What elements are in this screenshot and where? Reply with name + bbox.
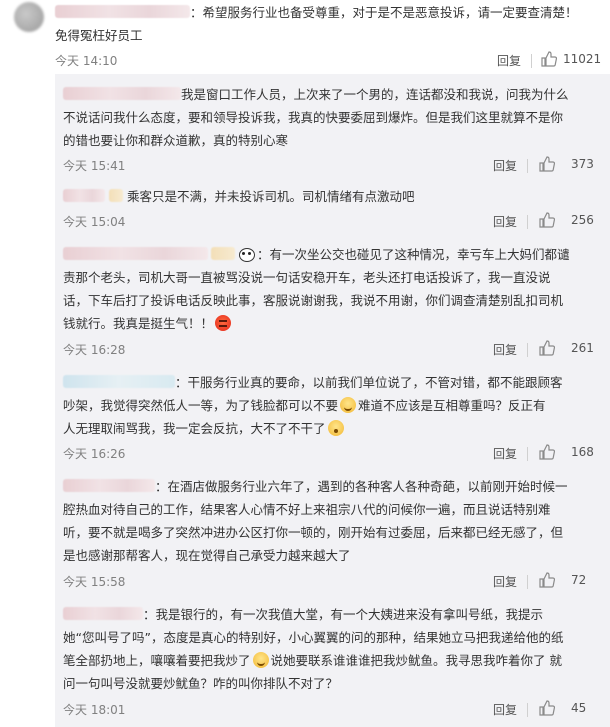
reply-button[interactable]: 回复 [493,213,517,230]
username[interactable] [63,607,143,620]
reply-text: ：在酒店做服务行业六年了，遇到的各种客人各种奇葩，以前刚开始时候一 [155,479,568,494]
comment-meta: 今天 14:10 回复 11021 [55,51,602,70]
reply-item: ：有一次坐公交也碰见了这种情况，幸亏车上大妈们都谴 责那个老头，司机大哥一直被骂… [55,244,610,364]
reply-text: ：有一次坐公交也碰见了这种情况，幸亏车上大妈们都谴 [257,247,570,262]
badge-icon [109,189,123,202]
divider [527,159,528,173]
reply-meta: 今天 15:58 回复 72 [63,572,603,591]
reply-list: 我是窗口工作人员，上次来了一个男的，连话都没和我说，问我为什么 不说话问我什么态… [55,74,610,727]
surprised-emoji-icon [327,420,344,436]
like-count: 168 [571,445,594,459]
reply-text: 的错也要让你和群众道歉，真的特别心寒 [63,133,289,148]
reply-meta: 今天 15:04 回复 256 [63,212,603,231]
thumbs-up-icon [539,700,555,716]
angry-emoji-icon [215,315,232,331]
like-count: 261 [571,341,594,355]
thumbs-up-icon [541,51,557,67]
divider [527,703,528,717]
reply-meta: 今天 16:26 回复 168 [63,444,603,463]
username[interactable] [63,375,175,388]
reply-meta: 今天 15:41 回复 373 [63,156,603,175]
reply-meta: 今天 18:01 回复 45 [63,700,603,719]
divider [531,54,532,68]
reply-item: ：在酒店做服务行业六年了，遇到的各种客人各种奇葩，以前刚开始时候一 腔热血对待自… [55,476,610,596]
reply-text: ：干服务行业真的要命，以前我们单位说了，不管对错，都不能跟顾客 [175,375,563,390]
timestamp: 今天 18:01 [63,703,126,717]
badge-icon [211,247,235,260]
reply-button[interactable]: 回复 [497,52,521,69]
reply-text: 是也感谢那帮客人，现在觉得自己承受力越来越大了 [63,548,351,563]
thumbs-up-icon [539,340,555,356]
timestamp: 今天 14:10 [55,54,118,68]
reply-text: 乘客只是不满，并未投诉司机。司机情绪有点激动吧 [127,189,415,204]
comment-text: ：希望服务行业也备受尊重，对于是不是恶意投诉，请一定要查清楚！ [190,5,578,20]
reply-item: ：干服务行业真的要命，以前我们单位说了，不管对错，都不能跟顾客 吵架，我觉得突然… [55,372,610,492]
thumbs-up-icon [539,212,555,228]
thumbs-up-icon [539,444,555,460]
reply-text: 吵架，我觉得突然低人一等，为了钱脸都可以不要 [63,398,339,413]
username[interactable] [63,479,155,492]
timestamp: 今天 16:26 [63,447,126,461]
like-count: 11021 [563,52,602,66]
like-count: 72 [571,573,587,587]
reply-text: 人无理取闹骂我，我一定会反抗，大不了不干了 [63,421,326,436]
like-count: 256 [571,213,594,227]
reply-item: 我是窗口工作人员，上次来了一个男的，连话都没和我说，问我为什么 不说话问我什么态… [55,84,610,184]
avatar[interactable] [14,2,44,32]
reply-item: ：我是银行的，有一次我值大堂，有一个大姨进来没有拿叫号纸，我提示 她“您叫号了吗… [55,604,610,724]
reply-text: 难道不应该是互相尊重吗？反正有 [358,398,546,413]
timestamp: 今天 15:41 [63,159,126,173]
divider [527,575,528,589]
like-count: 45 [571,701,587,715]
divider [527,447,528,461]
reply-text: 她“您叫号了吗”，态度是真心的特别好，小心翼翼的问的那种，结果她立马把我递给他的… [63,630,564,645]
username[interactable] [63,87,181,100]
reply-text: 听，要不就是喝多了突然冲进办公区打你一顿的，刚开始有过委屈，后来都已经无感了，但 [63,525,564,540]
reply-text: 责那个老头，司机大哥一直被骂没说一句话安稳开车，老头还打电话投诉了，我一直没说 [63,270,551,285]
reply-button[interactable]: 回复 [493,445,517,462]
username[interactable] [63,189,105,202]
reply-text: 话，下车后打了投诉电话反映此事，客服说谢谢我，我说不用谢，你们调查清楚别乱扣司机 [63,293,564,308]
username[interactable] [55,5,190,18]
smile-emoji-icon [252,652,269,668]
reply-text: 我是窗口工作人员，上次来了一个男的，连话都没和我说，问我为什么 [181,87,569,102]
like-count: 373 [571,157,594,171]
reply-text: 说她要联系谁谁谁把我炒鱿鱼。我寻思我咋着你了 就 [270,653,562,668]
reply-text: 问一句叫号没就要炒鱿鱼？咋的叫你排队不对了？ [63,676,339,691]
emoji-icon [340,397,357,413]
divider [527,215,528,229]
reply-text: 腔热血对待自己的工作，结果客人心情不好上来祖宗八代的问候你一遍，而且说话特别难 [63,502,551,517]
reply-text: 钱就行。我真是挺生气！！ [63,316,214,331]
username[interactable] [63,247,208,260]
reply-button[interactable]: 回复 [493,157,517,174]
reply-text: 不说话问我什么态度，要和领导投诉我，我真的快要委屈到爆炸。但是我们这里就算不是你 [63,110,564,125]
thumbs-up-icon [539,156,555,172]
reply-button[interactable]: 回复 [493,341,517,358]
timestamp: 今天 15:04 [63,215,126,229]
reply-item: 乘客只是不满，并未投诉司机。司机情绪有点激动吧 今天 15:04 回复 256 [55,186,610,236]
top-comment: ：希望服务行业也备受尊重，对于是不是恶意投诉，请一定要查清楚！ 免得冤枉好员工 … [0,0,610,74]
reply-text: 笔全部扔地上，嚷嚷着要把我炒了 [63,653,251,668]
comment-text-continued: 免得冤枉好员工 [55,28,143,43]
reply-text: ：我是银行的，有一次我值大堂，有一个大姨进来没有拿叫号纸，我提示 [143,607,544,622]
reply-button[interactable]: 回复 [493,573,517,590]
reply-button[interactable]: 回复 [493,701,517,718]
divider [527,343,528,357]
panda-emoji-icon [237,246,255,262]
thumbs-up-icon [539,572,555,588]
reply-meta: 今天 16:28 回复 261 [63,340,603,359]
timestamp: 今天 16:28 [63,343,126,357]
timestamp: 今天 15:58 [63,575,126,589]
